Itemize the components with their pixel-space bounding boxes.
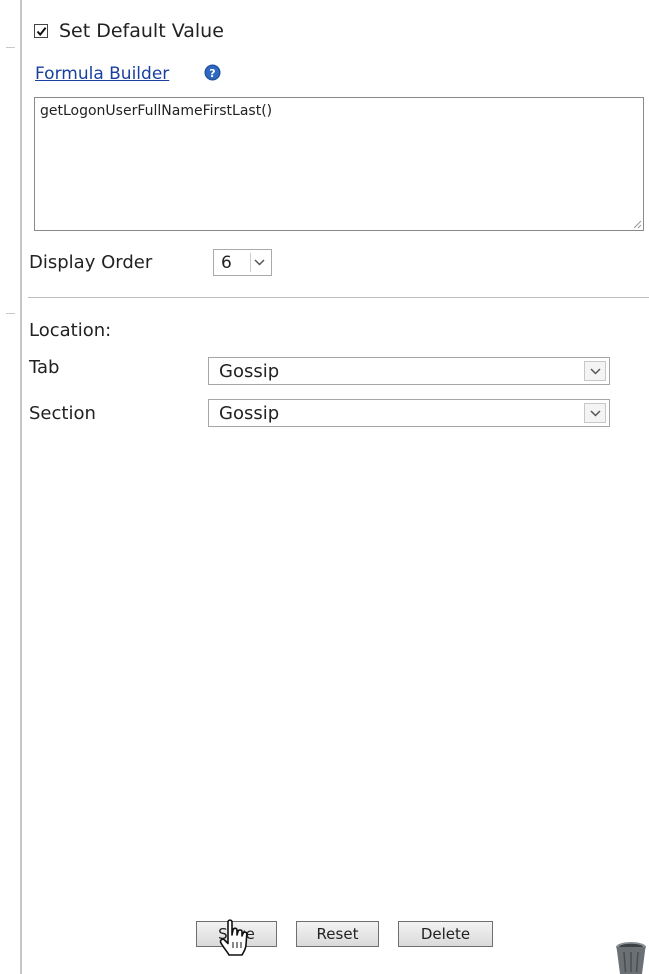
section-divider [28, 297, 649, 298]
left-tick-mark [6, 313, 15, 314]
formula-builder-link[interactable]: Formula Builder [35, 64, 169, 84]
left-tick-mark [6, 47, 15, 48]
tab-select-value: Gossip [219, 361, 280, 382]
resize-grip-icon[interactable] [632, 219, 642, 229]
chevron-down-icon [250, 253, 268, 272]
formula-textarea[interactable] [34, 97, 644, 231]
reset-button[interactable]: Reset [296, 921, 379, 947]
display-order-label: Display Order [29, 252, 153, 273]
field-properties-panel: Set Default Value Formula Builder ? Disp… [0, 0, 649, 974]
section-select[interactable]: Gossip [208, 399, 610, 427]
help-question-icon[interactable]: ? [204, 64, 221, 81]
set-default-value-checkbox[interactable] [34, 24, 48, 38]
tab-label: Tab [29, 357, 60, 378]
svg-text:?: ? [209, 67, 215, 80]
chevron-down-icon [584, 361, 606, 381]
display-order-select[interactable]: 6 [213, 249, 272, 276]
trash-can-icon[interactable] [613, 938, 649, 974]
checkmark-icon [36, 27, 47, 37]
section-select-value: Gossip [219, 403, 280, 424]
set-default-value-label: Set Default Value [59, 20, 224, 42]
location-heading: Location: [29, 320, 112, 341]
delete-button[interactable]: Delete [398, 921, 493, 947]
left-border-rule [20, 0, 22, 974]
tab-select[interactable]: Gossip [208, 357, 610, 385]
display-order-value: 6 [221, 252, 232, 273]
hand-pointer-cursor-icon [219, 919, 248, 956]
section-label: Section [29, 403, 96, 424]
chevron-down-icon [584, 403, 606, 423]
